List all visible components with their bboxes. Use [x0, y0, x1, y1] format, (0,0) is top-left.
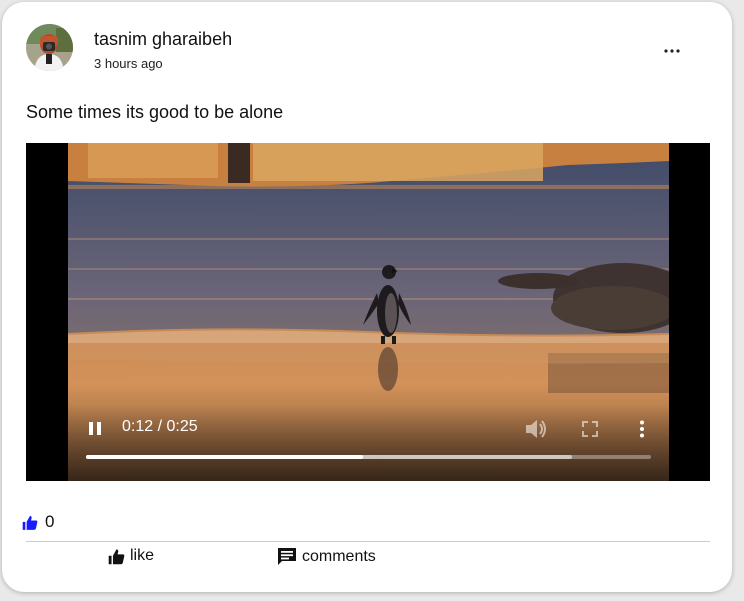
post-options-button[interactable] [655, 36, 689, 66]
like-button-label: like [130, 547, 155, 564]
video-time: 0:12 / 0:25 [122, 418, 198, 435]
like-count: 0 [45, 512, 55, 531]
comments-button[interactable]: comments [277, 547, 376, 566]
thumbs-up-icon [108, 548, 125, 564]
video-player[interactable]: 0:12 / 0:25 [26, 143, 710, 481]
fullscreen-icon[interactable] [582, 421, 598, 437]
author-avatar[interactable] [26, 24, 73, 71]
video-progress-bar[interactable] [86, 455, 651, 459]
comments-button-label: comments [302, 547, 376, 565]
post-timestamp: 3 hours ago [94, 56, 163, 71]
more-horizontal-icon [664, 49, 680, 53]
more-vertical-icon[interactable] [639, 420, 645, 438]
actions-divider [26, 541, 710, 542]
like-button[interactable]: like [108, 547, 154, 565]
pause-icon[interactable] [88, 421, 102, 436]
progress-played [86, 455, 363, 459]
post-text: Some times its good to be alone [26, 102, 284, 122]
thumbs-up-icon [22, 515, 38, 530]
post-card: tasnim gharaibeh 3 hours ago Some times … [2, 2, 732, 592]
author-name[interactable]: tasnim gharaibeh [94, 29, 232, 50]
comment-icon [278, 548, 296, 565]
volume-icon[interactable] [524, 418, 548, 440]
like-summary: 0 [22, 512, 54, 532]
